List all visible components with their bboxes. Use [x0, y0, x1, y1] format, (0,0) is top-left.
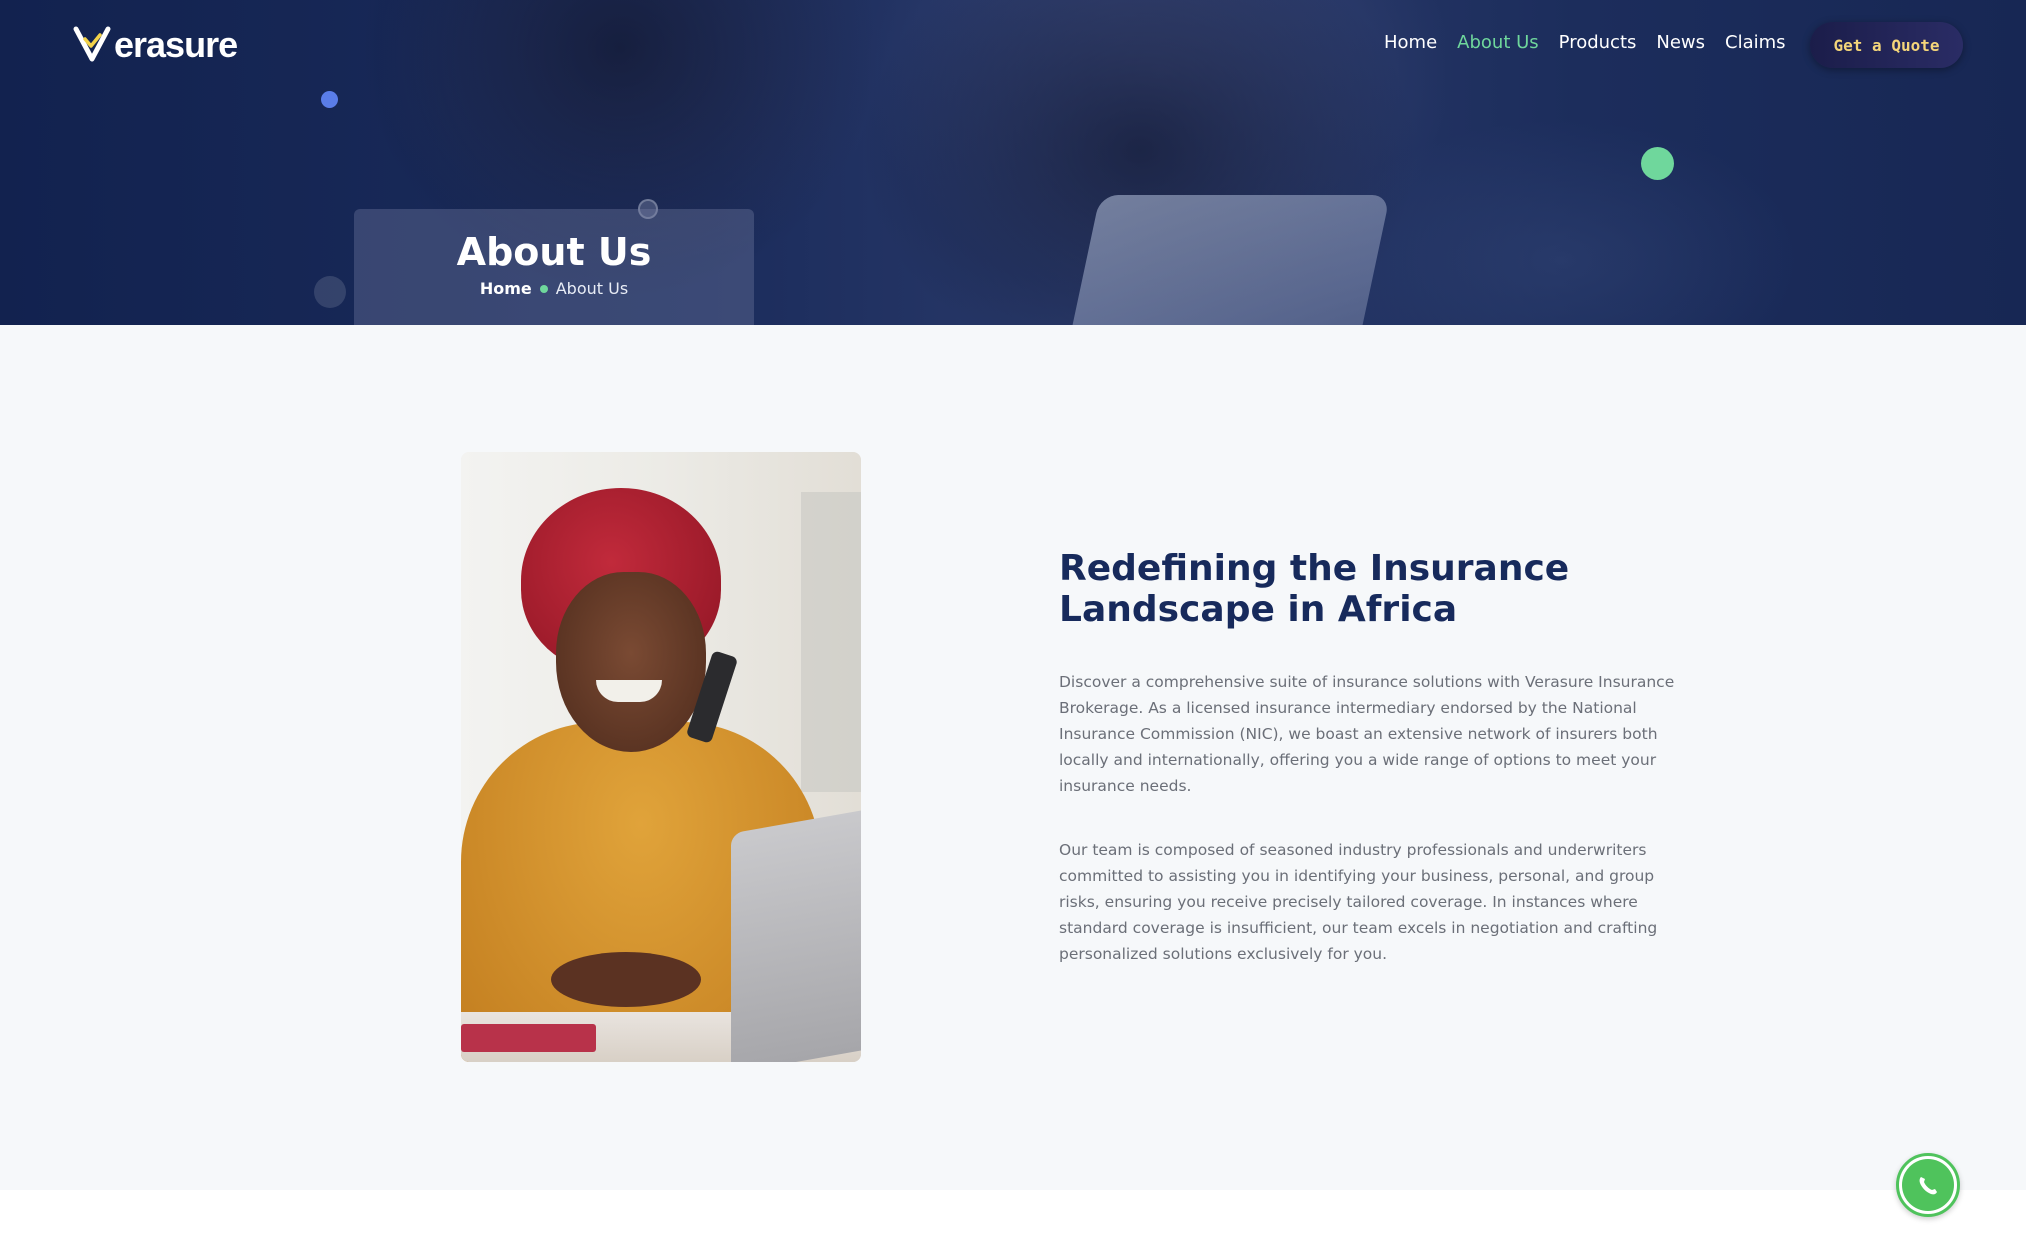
nav-products[interactable]: Products [1559, 32, 1637, 53]
shield-check-icon [72, 23, 112, 67]
about-photo [461, 452, 861, 1062]
main-nav: Home About Us Products News Claims [1384, 32, 1786, 53]
page-title: About Us [456, 230, 652, 274]
about-heading-line2: Landscape in Africa [1059, 589, 1458, 630]
hero-banner: erasure Home About Us Products News Clai… [0, 0, 2026, 325]
nav-home[interactable]: Home [1384, 32, 1437, 53]
about-heading: Redefining the Insurance Landscape in Af… [1059, 548, 1579, 630]
hero-background-laptop [1059, 195, 1391, 325]
whatsapp-chat-button[interactable] [1896, 1153, 1960, 1217]
photo-hand [551, 952, 701, 1007]
photo-shelf [801, 492, 861, 792]
breadcrumb-separator-dot [539, 284, 548, 293]
about-paragraph-2: Our team is composed of seasoned industr… [1059, 841, 1658, 963]
photo-laptop [731, 810, 861, 1062]
breadcrumb-current: About Us [555, 279, 629, 298]
nav-claims[interactable]: Claims [1725, 32, 1786, 53]
logo-text: erasure [114, 24, 238, 65]
decorative-dot [314, 276, 346, 308]
nav-about-us[interactable]: About Us [1457, 32, 1539, 53]
site-logo[interactable]: erasure [72, 22, 238, 68]
photo-notebook [461, 1024, 596, 1052]
about-paragraph-1: Discover a comprehensive suite of insura… [1059, 673, 1675, 795]
decorative-dot [1641, 147, 1674, 180]
about-heading-line1: Redefining the Insurance [1059, 548, 1570, 589]
decorative-dot [321, 91, 338, 108]
nav-news[interactable]: News [1656, 32, 1705, 53]
get-a-quote-button[interactable]: Get a Quote [1810, 22, 1963, 68]
whatsapp-icon [1902, 1159, 1954, 1211]
about-section [0, 325, 2026, 1190]
breadcrumb: Home About Us [354, 279, 754, 298]
breadcrumb-home-link[interactable]: Home [480, 279, 532, 298]
photo-face [556, 572, 706, 752]
